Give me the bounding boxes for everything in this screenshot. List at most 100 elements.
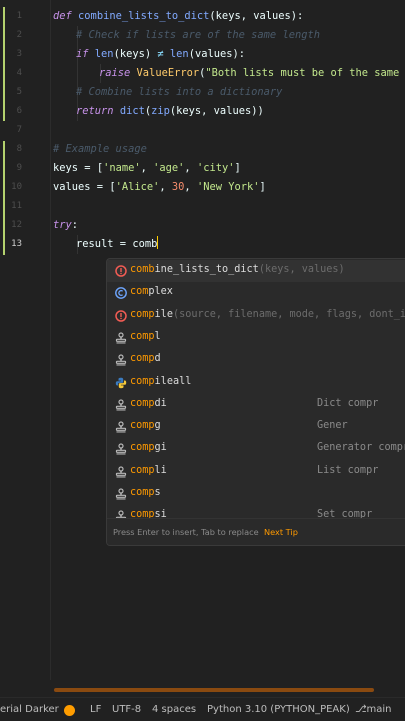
code-line-12[interactable]: try: xyxy=(53,216,78,235)
completion-label: comps xyxy=(130,487,161,498)
stamp-icon xyxy=(115,466,127,478)
completion-item[interactable]: combine_lists_to_dict(keys, values) xyxy=(107,260,405,282)
theme-label[interactable]: erial Darker xyxy=(0,704,59,715)
completion-item[interactable]: compd xyxy=(107,349,405,371)
text-caret xyxy=(157,236,159,249)
completion-label: combine_lists_to_dict(keys, values) xyxy=(130,264,345,275)
string-literal: "Both lists must be of the same len xyxy=(205,67,405,79)
stamp-icon xyxy=(115,332,127,344)
variable: keys xyxy=(53,162,79,174)
line-number: 3 xyxy=(16,49,22,59)
indent-setting[interactable]: 4 spaces xyxy=(152,704,196,715)
line-number-active: 13 xyxy=(11,239,22,249)
code-line-3[interactable]: if len(keys) ≠ len(values): xyxy=(76,45,245,64)
completion-label: compileall xyxy=(130,376,191,387)
next-tip-link[interactable]: Next Tip xyxy=(264,527,298,537)
function-name: combine_lists_to_dict xyxy=(78,10,210,22)
number-literal: 30 xyxy=(171,181,185,193)
argument: (keys) xyxy=(113,48,152,60)
completion-footer: Press Enter to insert, Tab to replace Ne… xyxy=(107,518,405,545)
bracket: ] xyxy=(234,162,241,174)
completion-item[interactable]: compileall xyxy=(107,372,405,394)
completion-rest: l xyxy=(154,330,161,342)
python-interpreter[interactable]: Python 3.10 (PYTHON_PEAK) xyxy=(207,704,350,715)
assign: = xyxy=(90,181,110,193)
string-literal: 'Alice' xyxy=(115,181,160,193)
variable: result xyxy=(76,238,114,250)
completion-type: Dict compr xyxy=(317,397,379,409)
completion-type: Generator compr xyxy=(317,442,405,454)
completion-rest: ine_lists_to_dict xyxy=(154,264,259,275)
code-line-5[interactable]: # Combine lists into a dictionary xyxy=(76,83,282,102)
matched-text: comp xyxy=(130,308,155,320)
string-literal: 'age' xyxy=(153,162,185,174)
variable: values xyxy=(53,181,91,193)
keyword: raise xyxy=(99,67,131,79)
completion-params: (keys, values) xyxy=(258,264,345,275)
code-line-8[interactable]: # Example usage xyxy=(53,140,147,159)
completion-popup[interactable]: combine_lists_to_dict(keys, values) compl… xyxy=(106,258,405,546)
vcs-branch[interactable]: ⎇main xyxy=(355,704,392,715)
params: (keys, values): xyxy=(209,10,304,22)
line-number: 5 xyxy=(16,87,22,97)
branch-icon: ⎇ xyxy=(355,704,367,715)
matched-text: comp xyxy=(130,375,155,387)
completion-rest: d xyxy=(154,353,161,365)
assign: = xyxy=(113,238,133,250)
completion-item[interactable]: compli List compr xyxy=(107,461,405,483)
error-icon xyxy=(115,309,127,322)
matched-text: comp xyxy=(130,487,155,498)
completion-label: compdi xyxy=(130,398,167,409)
matched-text: comp xyxy=(130,397,155,409)
stamp-icon xyxy=(115,399,127,411)
completion-label: complex xyxy=(130,286,173,297)
completion-label: compile(source, filename, mode, flags, d… xyxy=(130,309,405,320)
completion-item[interactable]: compg Gener xyxy=(107,416,405,438)
line-number: 6 xyxy=(16,106,22,116)
file-encoding[interactable]: UTF-8 xyxy=(112,704,141,715)
line-number: 8 xyxy=(16,144,22,154)
comment: # Combine lists into a dictionary xyxy=(76,86,283,98)
completion-rest: di xyxy=(154,397,167,409)
line-number: 4 xyxy=(16,68,22,78)
matched-text: comp xyxy=(130,442,155,454)
completion-item[interactable]: compgi Generator compr xyxy=(107,438,405,460)
line-number: 9 xyxy=(16,163,22,173)
completion-rest: ile xyxy=(154,308,173,320)
builtin-call: len xyxy=(169,48,189,60)
completion-label: compl xyxy=(130,331,161,342)
completion-label: compli xyxy=(130,465,167,476)
matched-text: comp xyxy=(130,330,155,342)
code-line-10[interactable]: values = ['Alice', 30, 'New York'] xyxy=(53,178,266,197)
completion-label: compg xyxy=(130,420,161,431)
completion-rest: ileall xyxy=(154,375,192,387)
code-line-9[interactable]: keys = ['name', 'age', 'city'] xyxy=(53,159,241,178)
completion-rest: g xyxy=(154,420,161,432)
completion-item[interactable]: compdi Dict compr xyxy=(107,394,405,416)
horizontal-scrollbar[interactable] xyxy=(54,688,374,692)
line-number: 10 xyxy=(11,182,22,192)
builtin-call: dict xyxy=(119,105,145,117)
line-number: 7 xyxy=(16,125,22,135)
stamp-icon xyxy=(115,443,127,455)
footer-hint: Press Enter to insert, Tab to replace xyxy=(113,527,259,537)
string-literal: 'New York' xyxy=(196,181,260,193)
code-line-1[interactable]: def combine_lists_to_dict(keys, values): xyxy=(53,7,303,26)
stamp-icon xyxy=(115,421,127,433)
code-line-13[interactable]: result = comb xyxy=(76,235,159,254)
indicator-dot-icon[interactable] xyxy=(64,705,75,716)
stamp-icon xyxy=(115,488,127,500)
code-line-4[interactable]: raise ValueError("Both lists must be of … xyxy=(99,64,405,83)
code-line-2[interactable]: # Check if lists are of the same length xyxy=(76,26,320,45)
completion-type: Gener xyxy=(317,420,348,432)
code-line-6[interactable]: return dict(zip(keys, values)) xyxy=(76,102,264,121)
keyword: return xyxy=(76,105,114,117)
completion-item[interactable]: comps xyxy=(107,483,405,505)
matched-text: comp xyxy=(130,353,155,365)
line-separator[interactable]: LF xyxy=(90,704,101,715)
completion-item[interactable]: compl xyxy=(107,327,405,349)
completion-item[interactable]: compile(source, filename, mode, flags, d… xyxy=(107,305,405,327)
string-literal: 'city' xyxy=(196,162,235,174)
error-icon xyxy=(115,265,127,277)
completion-item[interactable]: complex xyxy=(107,282,405,304)
